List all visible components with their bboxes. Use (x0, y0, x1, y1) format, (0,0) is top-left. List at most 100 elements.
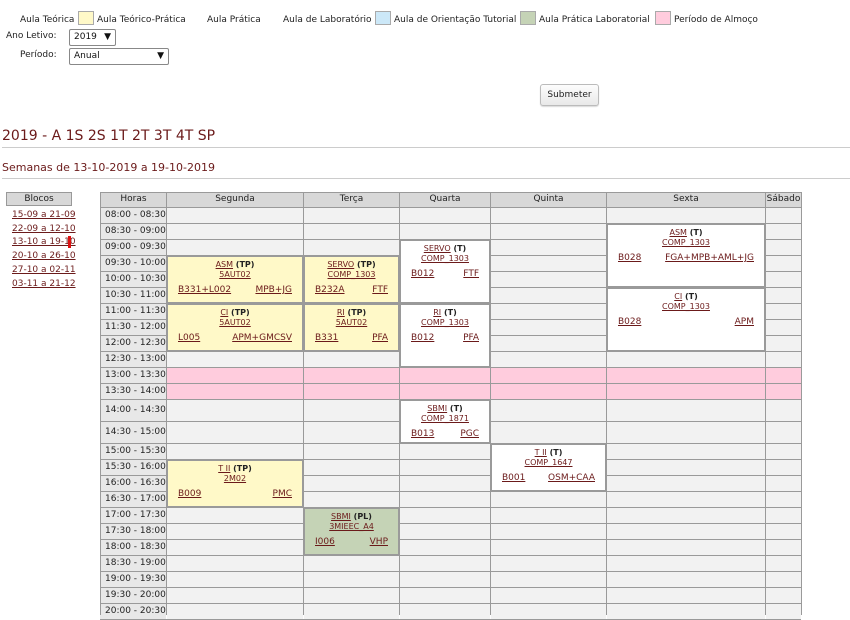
room-link[interactable]: B028 (618, 253, 641, 263)
room-link[interactable]: B001 (502, 473, 525, 483)
group-link[interactable]: 5AUT02 (219, 270, 250, 279)
event-room-teacher: B001 OSM+CAA (492, 473, 605, 485)
slot-cell (304, 400, 399, 421)
class-event[interactable]: T II (T) COMP_1647 B001 OSM+CAA (491, 444, 606, 491)
grid-line (100, 539, 801, 540)
room-link[interactable]: B028 (618, 317, 641, 327)
room-link[interactable]: L005 (178, 333, 200, 343)
class-type: (TP) (344, 308, 367, 317)
teacher-link[interactable]: FGA+MPB+AML+JG (665, 253, 754, 263)
teacher-link[interactable]: OSM+CAA (548, 473, 595, 483)
submit-button[interactable]: Submeter (540, 84, 599, 106)
course-link[interactable]: SERVO (424, 244, 451, 253)
bloco-link[interactable]: 27-10 a 02-11 (12, 264, 76, 276)
legend-aula-orientacao-tutorial: Aula de Orientação Tutorial (394, 15, 517, 25)
bloco-link[interactable]: 15-09 a 21-09 (12, 209, 76, 221)
slot-cell (766, 460, 801, 475)
class-event[interactable]: ASM (T) COMP_1303 B028 FGA+MPB+AML+JG (607, 224, 765, 287)
course-link[interactable]: T II (218, 464, 230, 473)
class-event[interactable]: SBMI (T) COMP_1871 B013 PGC (400, 400, 490, 443)
class-event[interactable]: SERVO (TP) COMP_1303 B232A FTF (304, 256, 399, 303)
column-header: Sábado (766, 192, 801, 207)
slot-cell (766, 588, 801, 603)
room-link[interactable]: B331 (315, 333, 338, 343)
group-link[interactable]: 3MIEEC_A4 (329, 522, 374, 531)
course-link[interactable]: T II (535, 448, 547, 457)
teacher-link[interactable]: PFA (372, 333, 388, 343)
class-event[interactable]: T II (TP) 2M02 B009 PMC (167, 460, 303, 507)
class-event[interactable]: RI (T) COMP_1303 B012 PFA (400, 304, 490, 367)
group-link[interactable]: COMP_1303 (662, 238, 710, 247)
class-event[interactable]: RI (TP) 5AUT02 B331 PFA (304, 304, 399, 351)
class-type: (TP) (230, 464, 252, 473)
teacher-link[interactable]: APM+GMCSV (232, 333, 292, 343)
slot-cell (400, 444, 490, 459)
course-link[interactable]: ASM (216, 260, 233, 269)
group-link[interactable]: COMP_1871 (421, 414, 469, 423)
group-link[interactable]: COMP_1647 (525, 458, 573, 467)
room-link[interactable]: B012 (411, 333, 434, 343)
course-link[interactable]: ASM (669, 228, 686, 237)
teacher-link[interactable]: APM (735, 317, 754, 327)
periodo-select[interactable]: Anual ▼ (69, 48, 169, 65)
event-group: 5AUT02 (168, 318, 302, 327)
group-link[interactable]: COMP_1303 (421, 254, 469, 263)
teacher-link[interactable]: VHP (370, 537, 388, 547)
class-event[interactable]: SERVO (T) COMP_1303 B012 FTF (400, 240, 490, 303)
course-link[interactable]: RI (433, 308, 441, 317)
teacher-link[interactable]: PFA (463, 333, 479, 343)
class-event[interactable]: ASM (TP) 5AUT02 B331+L002 MPB+JG (167, 256, 303, 303)
course-link[interactable]: CI (674, 292, 682, 301)
course-link[interactable]: SBMI (331, 512, 351, 521)
slot-cell (304, 224, 399, 239)
teacher-link[interactable]: FTF (372, 285, 388, 295)
group-link[interactable]: COMP_1303 (662, 302, 710, 311)
slot-cell (167, 604, 303, 619)
room-link[interactable]: B331+L002 (178, 285, 231, 295)
slot-cell (400, 556, 490, 571)
legend-swatch-pratica-laboratorial (520, 11, 536, 25)
slot-cell (491, 256, 606, 271)
hour-cell: 16:00 - 16:30 (100, 476, 166, 491)
class-type: (T) (441, 308, 457, 317)
slot-cell (304, 422, 399, 443)
slot-cell (167, 224, 303, 239)
teacher-link[interactable]: PMC (273, 489, 292, 499)
course-link[interactable]: RI (337, 308, 345, 317)
bloco-link-selected[interactable]: 13-10 a 19-10 (12, 236, 76, 248)
slot-cell (400, 604, 490, 619)
hour-cell: 19:00 - 19:30 (100, 572, 166, 587)
room-link[interactable]: B013 (411, 429, 434, 439)
class-event[interactable]: CI (TP) 5AUT02 L005 APM+GMCSV (167, 304, 303, 351)
hour-cell: 13:30 - 14:00 (100, 384, 166, 399)
course-link[interactable]: SBMI (427, 404, 447, 413)
teacher-link[interactable]: MPB+JG (255, 285, 292, 295)
legend-swatch-periodo-almoco (655, 11, 671, 25)
room-link[interactable]: B232A (315, 285, 345, 295)
group-link[interactable]: 2M02 (224, 474, 246, 483)
legend-aula-pratica: Aula Prática (207, 15, 261, 25)
room-link[interactable]: I006 (315, 537, 335, 547)
group-link[interactable]: 5AUT02 (219, 318, 250, 327)
group-link[interactable]: 5AUT02 (336, 318, 367, 327)
bloco-link[interactable]: 22-09 a 12-10 (12, 223, 76, 235)
slot-cell (304, 492, 399, 507)
class-event[interactable]: CI (T) COMP_1303 B028 APM (607, 288, 765, 351)
teacher-link[interactable]: FTF (463, 269, 479, 279)
hour-cell: 09:30 - 10:00 (100, 256, 166, 271)
class-event[interactable]: SBMI (PL) 3MIEEC_A4 I006 VHP (304, 508, 399, 555)
bloco-link[interactable]: 03-11 a 21-12 (12, 278, 76, 290)
slot-cell (607, 352, 765, 367)
group-link[interactable]: COMP_1303 (328, 270, 376, 279)
hour-cell: 18:00 - 18:30 (100, 540, 166, 555)
slot-cell (607, 524, 765, 539)
group-link[interactable]: COMP_1303 (421, 318, 469, 327)
room-link[interactable]: B012 (411, 269, 434, 279)
slot-cell (766, 422, 801, 443)
teacher-link[interactable]: PGC (460, 429, 479, 439)
room-link[interactable]: B009 (178, 489, 201, 499)
course-link[interactable]: SERVO (327, 260, 354, 269)
column-header: Horas (101, 192, 166, 207)
ano-letivo-select[interactable]: 2019 ▼ (69, 29, 116, 46)
bloco-link[interactable]: 20-10 a 26-10 (12, 250, 76, 262)
